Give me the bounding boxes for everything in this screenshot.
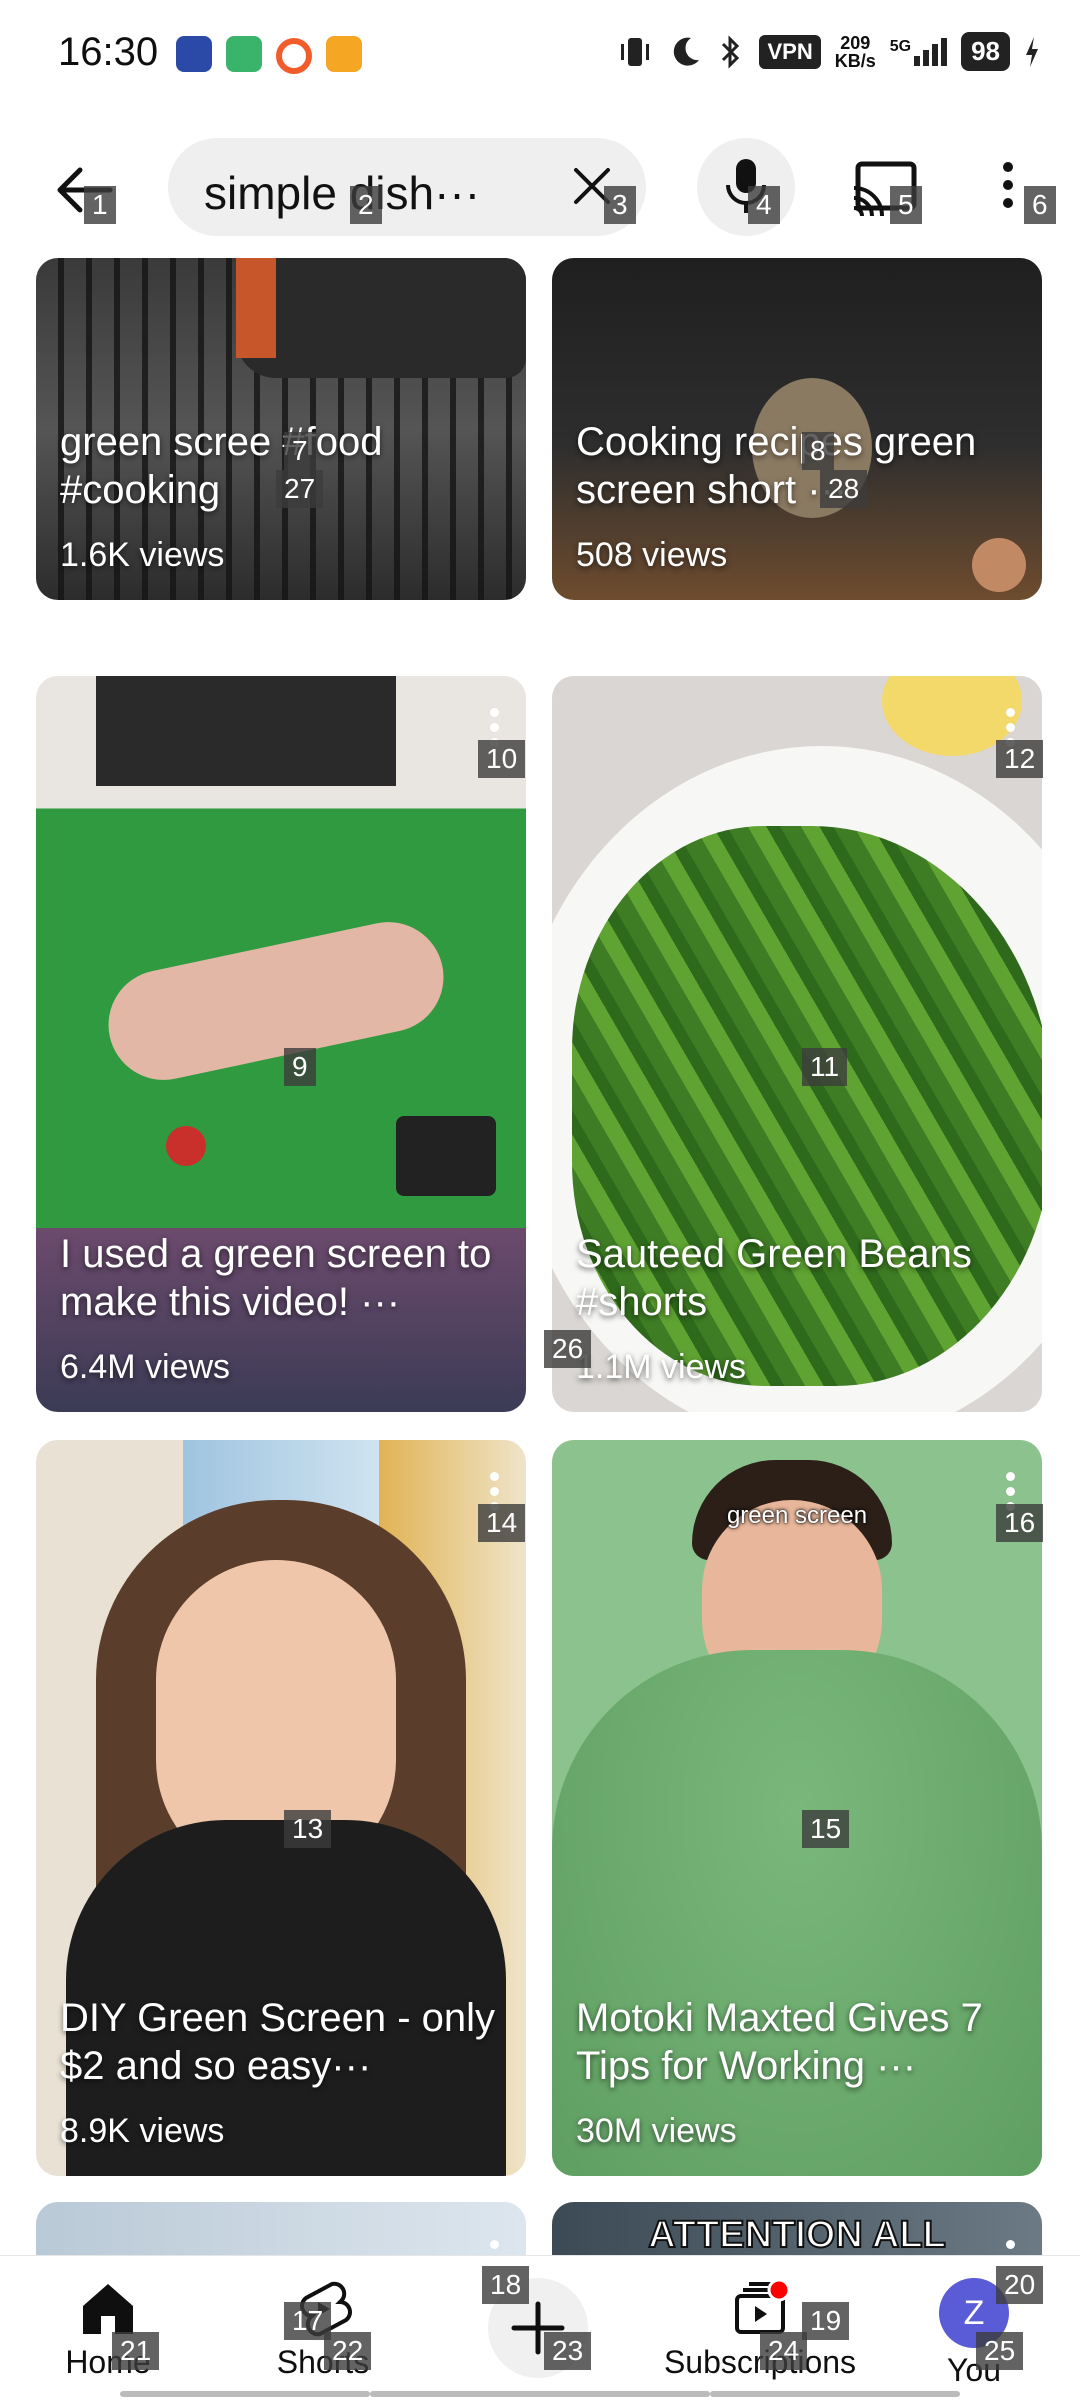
annotation-tag: 1 xyxy=(84,186,116,224)
annotation-tag: 4 xyxy=(748,186,780,224)
person-thumbnail xyxy=(98,911,454,1091)
vibrate-icon xyxy=(621,37,650,66)
annotation-tag: 19 xyxy=(802,2302,850,2340)
annotation-tag: 16 xyxy=(996,1504,1044,1542)
short-card[interactable]: I used a green screen to make this video… xyxy=(36,676,526,1412)
annotation-tag: 20 xyxy=(996,2266,1044,2304)
annotation-tag: 13 xyxy=(284,1810,332,1848)
video-title: I used a green screen to make this video… xyxy=(60,1232,492,1324)
annotation-tag: 15 xyxy=(802,1810,850,1848)
annotation-tag: 14 xyxy=(478,1504,526,1542)
short-card[interactable]: DIY Green Screen - only $2 and so easy··… xyxy=(36,1440,526,2176)
annotation-tag: 3 xyxy=(604,186,636,224)
view-count: 508 views xyxy=(576,536,728,574)
status-bar: 16:30 VPN 209 KB/s 5G 98 xyxy=(0,0,1080,110)
green-blanket xyxy=(552,1650,1042,2176)
short-card[interactable]: green scree #food #cooking 1.6K views xyxy=(36,258,526,600)
search-query-text: simple dish··· xyxy=(204,167,481,219)
video-title: Cooking recipes green screen short ··· xyxy=(576,420,977,512)
annotation-tag: 5 xyxy=(890,186,922,224)
charging-bolt-icon xyxy=(1026,36,1038,67)
annotation-tag: 12 xyxy=(996,740,1044,778)
video-title: DIY Green Screen - only $2 and so easy··… xyxy=(60,1996,496,2088)
short-card[interactable]: ATTENTION ALL xyxy=(552,2202,1042,2262)
gesture-bar xyxy=(370,2391,710,2397)
view-count: 6.4M views xyxy=(60,1348,231,1386)
app-notification-icon xyxy=(176,36,212,72)
annotation-tag: 7 xyxy=(284,432,316,470)
annotation-tag: 10 xyxy=(478,740,526,778)
gesture-bar xyxy=(120,2391,370,2397)
annotation-tag: 26 xyxy=(544,1330,592,1368)
annotation-tag: 18 xyxy=(482,2266,530,2304)
short-card[interactable]: green screen Motoki Maxted Gives 7 Tips … xyxy=(552,1440,1042,2176)
annotation-tag: 23 xyxy=(544,2332,592,2370)
voice-search-button[interactable] xyxy=(697,138,795,236)
notification-icons xyxy=(176,36,362,74)
channel-avatar xyxy=(972,538,1026,592)
short-card[interactable]: Sauteed Green Beans #shorts 1.1M views xyxy=(552,676,1042,1412)
view-count: 8.9K views xyxy=(60,2112,225,2150)
short-card[interactable] xyxy=(36,2202,526,2262)
view-count: 1.6K views xyxy=(60,536,225,574)
annotation-tag: 8 xyxy=(802,432,834,470)
annotation-tag: 27 xyxy=(276,470,324,508)
subscriptions-icon xyxy=(735,2278,791,2334)
annotation-tag: 11 xyxy=(802,1048,848,1086)
app-notification-icon xyxy=(276,38,312,74)
vpn-badge: VPN xyxy=(759,34,821,69)
search-input[interactable]: simple dish··· xyxy=(168,138,646,236)
network-speed: 209 KB/s xyxy=(834,32,876,71)
app-notification-icon xyxy=(326,36,362,72)
video-title: Sauteed Green Beans #shorts xyxy=(576,1232,972,1324)
annotation-tag: 6 xyxy=(1024,186,1056,224)
bluetooth-icon xyxy=(722,34,740,69)
view-count: 30M views xyxy=(576,2112,737,2150)
signal-icon: 5G xyxy=(890,37,948,66)
gesture-bar xyxy=(710,2391,960,2397)
app-notification-icon xyxy=(226,36,262,72)
nav-home[interactable]: Home xyxy=(18,2266,198,2381)
annotation-tag: 25 xyxy=(976,2332,1024,2370)
annotation-tag: 24 xyxy=(760,2332,808,2370)
clock: 16:30 xyxy=(58,30,159,74)
bottom-navigation: Home Shorts Subscriptions Z You xyxy=(0,2255,1080,2401)
home-icon xyxy=(83,2284,133,2334)
thumbnail-text: ATTENTION ALL xyxy=(647,2213,947,2257)
annotation-tag: 28 xyxy=(820,470,868,508)
annotation-tag: 9 xyxy=(284,1048,316,1086)
annotation-tag: 2 xyxy=(350,186,382,224)
overlay-text: green screen xyxy=(726,1502,868,1529)
view-count: 1.1M views xyxy=(576,1348,747,1386)
battery-level: 98 xyxy=(961,32,1010,71)
annotation-tag: 22 xyxy=(324,2332,372,2370)
annotation-tag: 21 xyxy=(112,2332,160,2370)
do-not-disturb-moon-icon xyxy=(674,37,700,66)
video-title: Motoki Maxted Gives 7 Tips for Working ·… xyxy=(576,1996,983,2088)
short-card[interactable]: Cooking recipes green screen short ··· 5… xyxy=(552,258,1042,600)
more-options-icon[interactable] xyxy=(996,158,1020,218)
